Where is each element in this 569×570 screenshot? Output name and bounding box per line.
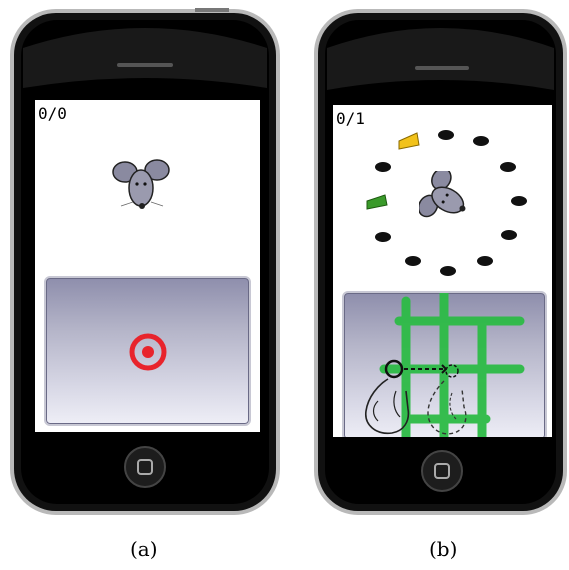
touch-pad[interactable] (44, 276, 251, 426)
mouse-icon (417, 167, 473, 227)
screen-a: 0/0 (35, 100, 260, 432)
cheese-icon (398, 132, 420, 150)
home-button[interactable] (125, 447, 165, 487)
target-icon[interactable] (129, 333, 167, 371)
screen-b: 0/1 (333, 105, 552, 437)
touch-pad[interactable] (342, 291, 547, 437)
panel-caption-b: (b) (429, 537, 458, 561)
phone-b: 0/1 (313, 8, 568, 516)
phone-a: 0/0 (9, 8, 281, 516)
score-counter: 0/0 (38, 104, 67, 123)
panel-caption-a: (a) (130, 537, 158, 561)
home-button[interactable] (422, 451, 462, 491)
cheese-icon (366, 194, 388, 210)
hand-swipe-icon (365, 359, 467, 435)
mouse-icon (111, 154, 171, 216)
